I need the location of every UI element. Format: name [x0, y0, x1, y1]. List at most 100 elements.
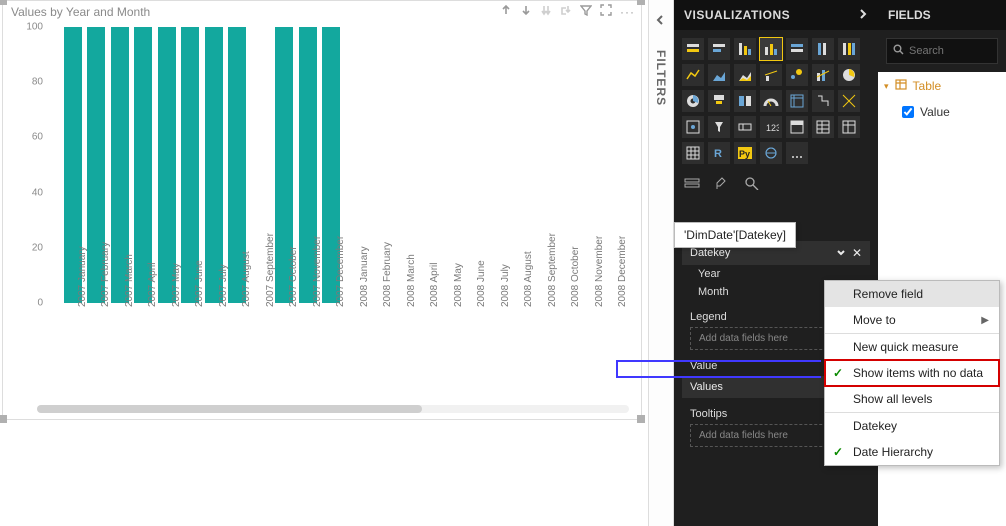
context-menu-item[interactable]: ✓ Show items with no data — [825, 360, 999, 386]
resize-handle[interactable] — [637, 0, 645, 5]
resize-handle[interactable] — [0, 0, 7, 5]
context-menu-item[interactable]: Datekey — [825, 412, 999, 439]
context-menu-label: New quick measure — [853, 340, 958, 354]
expand-all-icon[interactable] — [540, 4, 552, 19]
visualizations-title: VISUALIZATIONS — [684, 8, 790, 22]
viz-type-icon[interactable] — [682, 116, 704, 138]
context-menu-item[interactable]: Move to ▶ — [825, 307, 999, 333]
field-label: Value — [920, 105, 950, 119]
viz-type-icon[interactable] — [760, 38, 782, 60]
analytics-tab-icon[interactable] — [744, 176, 760, 193]
field-checkbox[interactable] — [902, 106, 914, 118]
format-tab-icon[interactable] — [714, 176, 730, 193]
fields-header: FIELDS — [878, 0, 1006, 30]
filters-label: FILTERS — [654, 50, 668, 106]
field-menu-icon[interactable] — [836, 247, 846, 260]
viz-type-icon[interactable] — [682, 38, 704, 60]
viz-type-icon[interactable] — [838, 90, 860, 112]
field-item[interactable]: Value — [878, 100, 1006, 124]
viz-type-icon[interactable] — [682, 90, 704, 112]
viz-type-icon[interactable] — [786, 64, 808, 86]
viz-type-icon[interactable] — [708, 38, 730, 60]
viz-type-icon[interactable]: R — [708, 142, 730, 164]
fields-tab-icon[interactable] — [684, 176, 700, 193]
svg-text:R: R — [714, 148, 722, 160]
svg-text:123: 123 — [766, 123, 779, 133]
viz-type-icon[interactable] — [838, 116, 860, 138]
y-axis-tick: 0 — [37, 298, 43, 309]
viz-type-icon[interactable] — [812, 116, 834, 138]
collapse-icon: ▾ — [884, 81, 889, 92]
fields-table-header[interactable]: ▾ Table — [878, 72, 1006, 100]
viz-type-icon[interactable] — [786, 38, 808, 60]
viz-type-icon[interactable] — [682, 142, 704, 164]
more-icon[interactable]: ··· — [620, 5, 635, 19]
filter-icon[interactable] — [580, 4, 592, 19]
chart-horizontal-scrollbar[interactable] — [37, 405, 629, 413]
fields-search[interactable] — [886, 38, 998, 64]
viz-collapse-icon[interactable] — [858, 8, 868, 22]
viz-type-icon[interactable] — [786, 90, 808, 112]
y-axis-tick: 60 — [32, 132, 43, 143]
y-axis: 020406080100 — [19, 27, 45, 303]
submenu-arrow-icon: ▶ — [981, 315, 989, 326]
viz-type-icon[interactable] — [760, 64, 782, 86]
drill-down-icon[interactable] — [520, 4, 532, 19]
chart-visual[interactable]: Values by Year and Month ··· 02040608010… — [2, 0, 642, 420]
highlight-annotation — [616, 360, 821, 378]
fields-table-name: Table — [913, 79, 942, 93]
search-icon — [893, 42, 904, 60]
visualization-gallery: 123 R Py — [674, 30, 878, 170]
context-menu-item[interactable]: Remove field — [825, 281, 999, 307]
viz-type-icon[interactable] — [708, 64, 730, 86]
filters-collapse-icon[interactable] — [655, 14, 665, 28]
viz-type-icon[interactable] — [786, 116, 808, 138]
y-axis-tick: 80 — [32, 77, 43, 88]
viz-type-icon[interactable] — [812, 64, 834, 86]
context-menu-label: Show items with no data — [853, 366, 983, 380]
viz-type-icon[interactable] — [708, 90, 730, 112]
chart-plot: 020406080100 2007 January2007 February20… — [19, 27, 631, 303]
scrollbar-thumb[interactable] — [37, 405, 422, 413]
x-axis: 2007 January2007 February2007 March2007 … — [61, 303, 625, 403]
svg-text:Py: Py — [739, 149, 750, 159]
viz-type-icon[interactable] — [812, 90, 834, 112]
resize-handle[interactable] — [637, 415, 645, 423]
viz-type-icon[interactable]: Py — [734, 142, 756, 164]
y-axis-tick: 40 — [32, 187, 43, 198]
fields-search-input[interactable] — [909, 45, 989, 57]
context-menu-item[interactable]: Show all levels — [825, 386, 999, 412]
viz-type-icon[interactable]: 123 — [760, 116, 782, 138]
viz-type-icon[interactable] — [838, 38, 860, 60]
context-menu-item[interactable]: ✓Date Hierarchy — [825, 439, 999, 465]
viz-type-icon[interactable] — [682, 64, 704, 86]
context-menu-item[interactable]: New quick measure — [825, 333, 999, 360]
viz-type-icon[interactable] — [786, 142, 808, 164]
viz-type-icon[interactable] — [760, 142, 782, 164]
visualizations-header: VISUALIZATIONS — [674, 0, 878, 30]
context-menu-label: Datekey — [853, 419, 897, 433]
filters-pane-collapsed: FILTERS — [648, 0, 674, 526]
viz-type-icon[interactable] — [734, 64, 756, 86]
axis-field-name: Datekey — [690, 247, 730, 259]
pivot-icon[interactable] — [560, 4, 572, 19]
viz-type-icon[interactable] — [812, 38, 834, 60]
field-tooltip: 'DimDate'[Datekey] — [674, 222, 796, 248]
context-menu-label: Remove field — [853, 287, 923, 301]
focus-icon[interactable] — [600, 4, 612, 19]
context-menu-label: Move to — [853, 313, 896, 327]
check-icon: ✓ — [833, 445, 843, 459]
check-icon: ✓ — [833, 366, 843, 380]
drill-up-icon[interactable] — [500, 4, 512, 19]
viz-type-icon[interactable] — [734, 90, 756, 112]
remove-field-icon[interactable]: ✕ — [852, 246, 862, 260]
field-context-menu: Remove field Move to ▶ New quick measure ✓ Sh… — [824, 280, 1000, 466]
table-icon — [895, 79, 907, 93]
y-axis-tick: 20 — [32, 242, 43, 253]
viz-type-icon[interactable] — [734, 38, 756, 60]
viz-type-icon[interactable] — [708, 116, 730, 138]
viz-type-icon[interactable] — [760, 90, 782, 112]
viz-type-icon[interactable] — [734, 116, 756, 138]
viz-type-icon[interactable] — [838, 64, 860, 86]
resize-handle[interactable] — [0, 415, 7, 423]
